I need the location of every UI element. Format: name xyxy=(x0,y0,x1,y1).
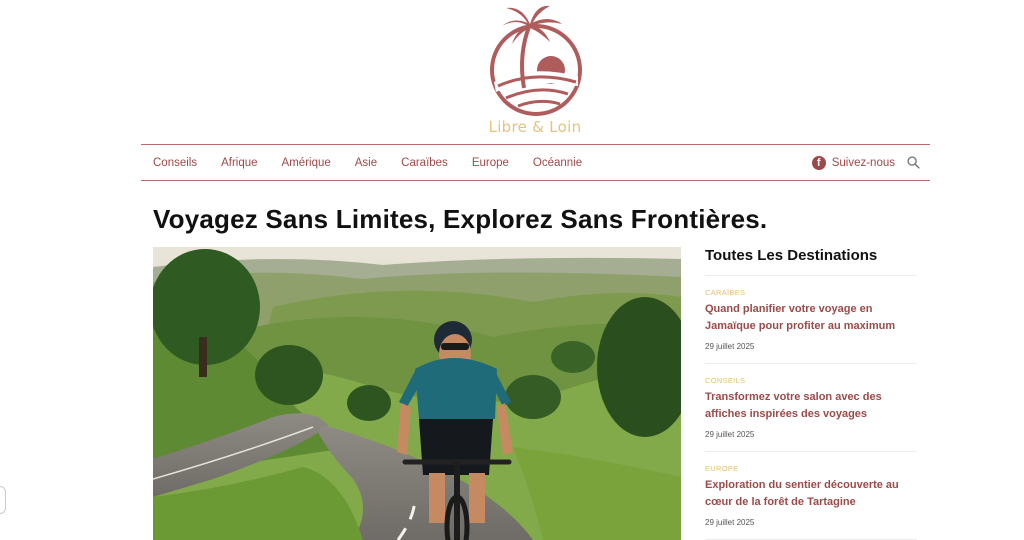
nav-link-caraibes[interactable]: Caraïbes xyxy=(401,157,448,169)
facebook-icon[interactable]: f xyxy=(811,155,826,170)
article-title[interactable]: Transformez votre salon avec des affiche… xyxy=(705,389,917,423)
sidebar: Toutes Les Destinations CARAÏBES Quand p… xyxy=(705,247,917,540)
site-name: Libre & Loin xyxy=(488,118,582,136)
article-date: 29 juillet 2025 xyxy=(705,430,755,439)
article-category[interactable]: CARAÏBES xyxy=(705,288,917,297)
nav-link-amerique[interactable]: Amérique xyxy=(282,157,331,169)
nav-link-asie[interactable]: Asie xyxy=(355,157,377,169)
sidebar-article[interactable]: CONSEILS Transformez votre salon avec de… xyxy=(705,364,917,452)
logo-emblem xyxy=(490,5,582,116)
sidebar-article[interactable]: EUROPE Exploration du sentier découverte… xyxy=(705,452,917,540)
article-category[interactable]: CONSEILS xyxy=(705,376,917,385)
nav-link-conseils[interactable]: Conseils xyxy=(153,157,197,169)
article-date: 29 juillet 2025 xyxy=(705,518,755,527)
article-title[interactable]: Quand planifier votre voyage en Jamaïque… xyxy=(705,301,917,335)
main-nav: Conseils Afrique Amérique Asie Caraïbes … xyxy=(141,144,930,181)
sidebar-title: Toutes Les Destinations xyxy=(705,247,917,276)
follow-link[interactable]: Suivez-nous xyxy=(832,157,895,169)
nav-link-afrique[interactable]: Afrique xyxy=(221,157,257,169)
nav-links: Conseils Afrique Amérique Asie Caraïbes … xyxy=(153,145,606,180)
sidebar-article[interactable]: CARAÏBES Quand planifier votre voyage en… xyxy=(705,276,917,364)
hero-image[interactable] xyxy=(153,247,681,540)
nav-link-europe[interactable]: Europe xyxy=(472,157,509,169)
article-category[interactable]: EUROPE xyxy=(705,464,917,473)
page-headline: Voyagez Sans Limites, Explorez Sans Fron… xyxy=(153,204,768,234)
nav-actions: f Suivez-nous xyxy=(811,145,920,180)
article-title[interactable]: Exploration du sentier découverte au cœu… xyxy=(705,477,917,511)
site-logo[interactable]: Libre & Loin xyxy=(470,2,600,142)
nav-link-oceanie[interactable]: Océannie xyxy=(533,157,582,169)
cyclist-illustration xyxy=(153,247,681,540)
side-panel-handle[interactable] xyxy=(0,486,6,514)
search-icon[interactable] xyxy=(907,156,920,169)
article-date: 29 juillet 2025 xyxy=(705,342,755,351)
